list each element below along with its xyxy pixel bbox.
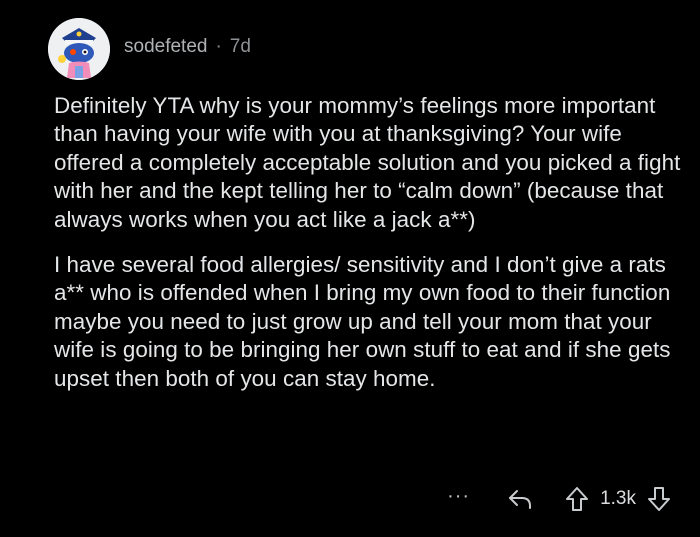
snoo-avatar-icon [48,18,110,80]
comment-actions: ··· 1.3k [447,482,672,516]
upvote-button[interactable] [564,485,590,513]
downvote-arrow-icon [648,487,670,511]
more-options-button[interactable]: ··· [447,486,470,506]
comment-paragraph: I have several food allergies/ sensitivi… [54,252,671,391]
timestamp: 7d [229,36,251,57]
downvote-button[interactable] [646,485,672,513]
comment: sodefeted · 7d Definitely YTA why is you… [0,0,700,537]
comment-header: sodefeted · 7d [48,14,251,84]
upvote-arrow-icon [566,487,589,511]
reply-arrow-icon [509,490,532,509]
username[interactable]: sodefeted [124,36,207,58]
comment-meta: sodefeted · 7d [124,36,251,58]
comment-body: Definitely YTA why is your mommy’s feeli… [54,92,684,410]
avatar[interactable] [48,18,110,80]
reply-button[interactable] [506,485,534,513]
comment-paragraph: Definitely YTA why is your mommy’s feeli… [54,93,681,232]
vote-count: 1.3k [600,488,636,509]
meta-separator: · [215,36,222,57]
